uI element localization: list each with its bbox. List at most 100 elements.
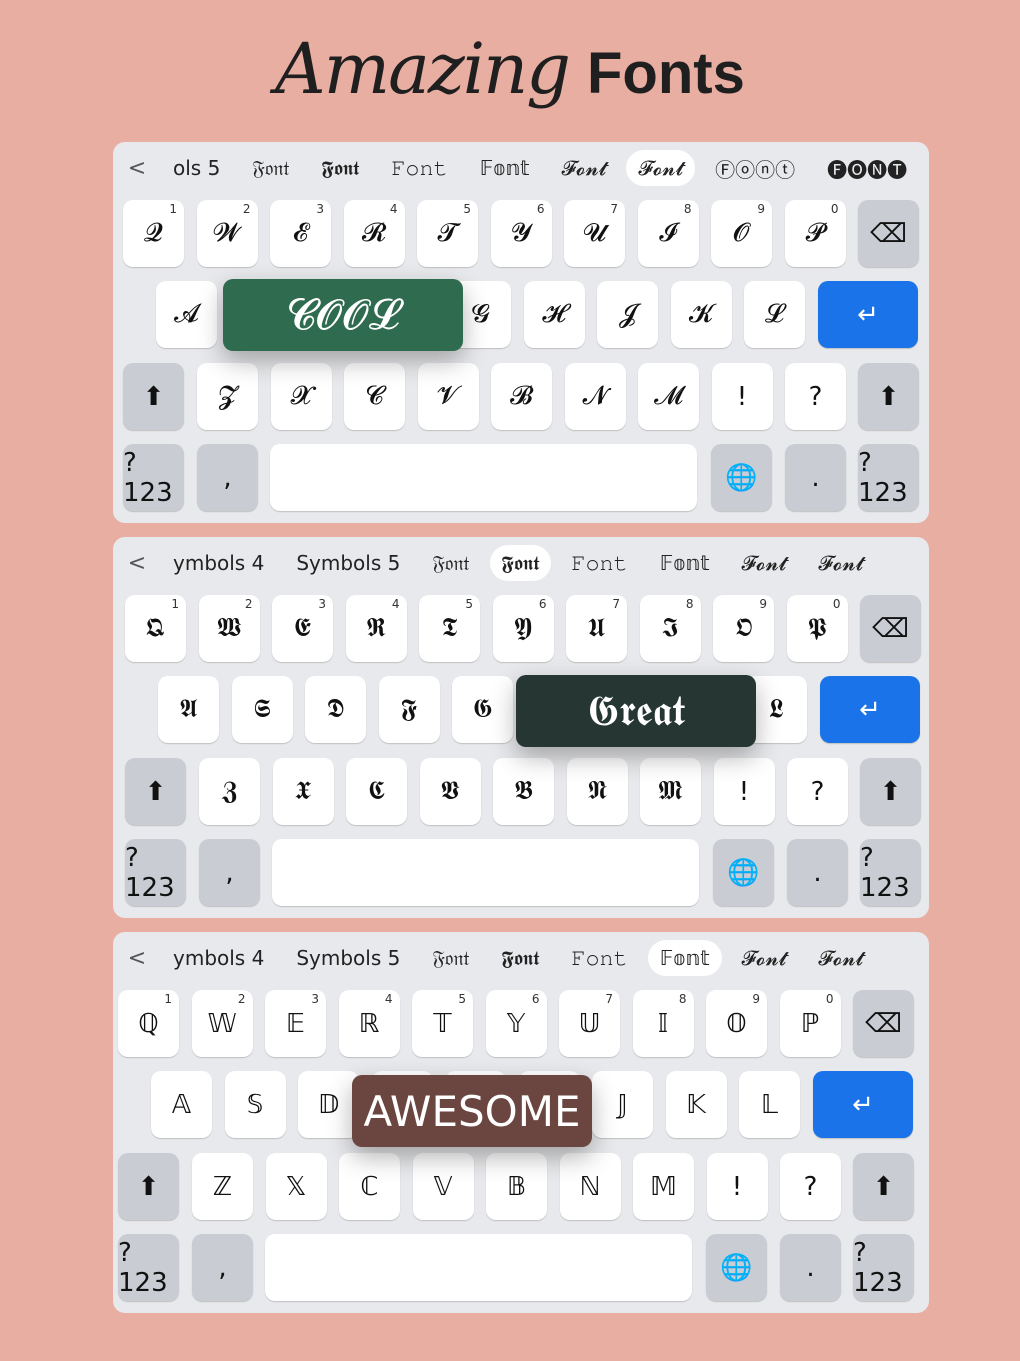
backspace-key[interactable]: ⌫ [858,200,919,267]
key-7[interactable]: 𝓘8 [637,200,699,267]
font-option[interactable]: 𝓕𝓸𝓷𝓽 [806,545,875,581]
shift-key-right[interactable]: ⬆ [858,363,919,430]
key-letter[interactable]: 𝓧 [270,363,332,430]
shift-key[interactable]: ⬆ [118,1153,179,1220]
space-bar[interactable] [270,444,697,511]
key-9[interactable]: 𝕻0 [786,595,848,662]
font-option[interactable]: 𝓕𝓸𝓷𝓽 [730,940,799,976]
space-bar[interactable] [265,1234,692,1301]
font-option[interactable]: ymbols 4 [161,940,276,976]
key-letter[interactable]: 𝕾 [231,676,293,743]
key-0[interactable]: 𝓠1 [123,200,184,267]
key-1[interactable]: 𝖂2 [198,595,260,662]
symbols-key-right[interactable]: ?123 [858,444,919,511]
key-5[interactable]: 𝖄6 [492,595,554,662]
key-8[interactable]: 𝓞9 [711,200,772,267]
key-6[interactable]: 𝕌7 [559,990,620,1057]
key-letter[interactable]: 𝓒 [344,363,405,430]
key-letter[interactable]: ℤ [192,1153,253,1220]
enter-key[interactable]: ↵ [813,1071,913,1138]
share-icon[interactable]: < [113,551,161,576]
key-letter[interactable]: 𝓙 [597,281,658,348]
font-option[interactable]: 🅕🅞🅝🅣 [815,148,919,189]
font-option[interactable]: Ⓕⓞⓝⓣ [703,148,807,189]
key-9[interactable]: 𝓟0 [784,200,846,267]
key-4[interactable]: 𝓣5 [417,200,478,267]
key-letter[interactable]: ! [706,1153,768,1220]
font-option[interactable]: 𝔽𝕠𝕟𝕥 [647,940,722,976]
share-icon[interactable]: < [113,156,161,181]
key-letter[interactable]: ℂ [339,1153,400,1220]
font-option[interactable]: 𝓕𝓸𝓷𝓽 [806,940,875,976]
key-letter[interactable]: 𝕸 [640,758,701,825]
font-option[interactable]: 𝕱𝖔𝖓𝖙 [489,545,552,581]
symbols-key[interactable]: ?123 [118,1234,179,1301]
key-letter[interactable]: ? [785,363,846,430]
font-option[interactable]: 𝔽𝕠𝕟𝕥 [648,545,722,581]
font-option[interactable]: 𝓕𝓸𝓷𝓽 [549,150,618,186]
font-option[interactable]: 𝓕𝓸𝓷𝓽 [730,545,799,581]
key-letter[interactable]: 𝕮 [346,758,407,825]
shift-key[interactable]: ⬆ [123,363,184,430]
key-2[interactable]: 𝓔3 [270,200,331,267]
period-key[interactable]: . [780,1234,841,1301]
enter-key[interactable]: ↵ [818,281,918,348]
key-letter[interactable]: 𝖁 [419,758,481,825]
key-letter[interactable]: 𝔹 [486,1153,547,1220]
key-4[interactable]: 𝕋5 [412,990,473,1057]
font-option[interactable]: 𝙵𝚘𝚗𝚝 [559,545,639,581]
font-option[interactable]: 𝙵𝚘𝚗𝚝 [379,150,459,186]
key-5[interactable]: 𝕐6 [485,990,547,1057]
shift-key-right[interactable]: ⬆ [853,1153,914,1220]
key-letter[interactable]: 𝕬 [158,676,219,743]
key-3[interactable]: ℝ4 [338,990,400,1057]
key-letter[interactable]: 𝕊 [224,1071,286,1138]
symbols-key-right[interactable]: ?123 [853,1234,914,1301]
globe-key[interactable]: 🌐 [706,1234,767,1301]
key-letter[interactable]: 𝓛 [744,281,805,348]
key-0[interactable]: 𝕼1 [125,595,186,662]
share-icon[interactable]: < [113,946,161,971]
key-6[interactable]: 𝓤7 [564,200,625,267]
key-letter[interactable]: 𝓑 [491,363,552,430]
key-letter[interactable]: 𝕄 [633,1153,694,1220]
key-3[interactable]: 𝓡4 [343,200,405,267]
key-letter[interactable]: 𝓩 [197,363,258,430]
font-option[interactable]: 𝔉𝔬𝔫𝔱 [420,940,481,976]
key-letter[interactable]: 𝓚 [670,281,732,348]
key-letter[interactable]: 𝕏 [265,1153,327,1220]
key-letter[interactable]: 𝖅 [199,758,260,825]
comma-key[interactable]: , [192,1234,253,1301]
font-option[interactable]: ols 5 [161,150,232,186]
key-letter[interactable]: 𝕃 [739,1071,800,1138]
key-3[interactable]: 𝕽4 [345,595,407,662]
key-letter[interactable]: 𝕁 [592,1071,653,1138]
font-option[interactable]: 𝙵𝚘𝚗𝚝 [559,940,639,976]
key-1[interactable]: 𝓦2 [196,200,258,267]
key-8[interactable]: 𝕺9 [713,595,774,662]
key-letter[interactable]: 𝖃 [272,758,334,825]
key-letter[interactable]: 𝕍 [412,1153,474,1220]
key-letter[interactable]: ? [780,1153,841,1220]
key-letter[interactable]: 𝔻 [298,1071,359,1138]
key-letter[interactable]: 𝕲 [452,676,513,743]
font-option[interactable]: 𝔉𝔬𝔫𝔱 [240,150,301,186]
key-letter[interactable]: ! [711,363,773,430]
font-option[interactable]: Symbols 5 [284,545,412,581]
globe-key[interactable]: 🌐 [711,444,772,511]
key-letter[interactable]: 𝕱 [378,676,440,743]
backspace-key[interactable]: ⌫ [853,990,914,1057]
key-0[interactable]: ℚ1 [118,990,179,1057]
font-option[interactable]: 𝕱𝖔𝖓𝖙 [310,150,372,186]
key-4[interactable]: 𝕿5 [419,595,480,662]
symbols-key-right[interactable]: ?123 [860,839,921,906]
space-bar[interactable] [272,839,699,906]
key-letter[interactable]: ! [713,758,775,825]
shift-key[interactable]: ⬆ [125,758,186,825]
key-letter[interactable]: 𝓜 [638,363,699,430]
shift-key-right[interactable]: ⬆ [860,758,921,825]
comma-key[interactable]: , [197,444,258,511]
key-letter[interactable]: 𝓐 [156,281,217,348]
key-1[interactable]: 𝕎2 [191,990,253,1057]
key-7[interactable]: 𝕴8 [639,595,701,662]
